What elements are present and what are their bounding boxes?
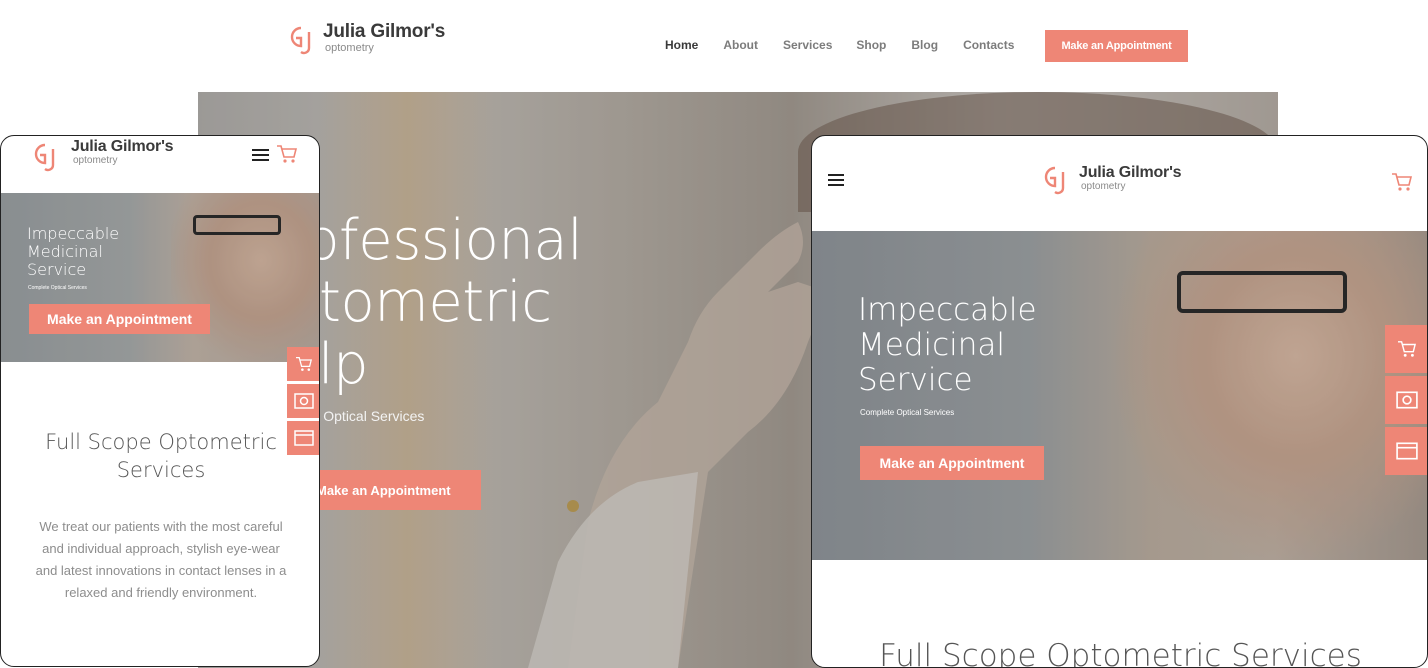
tablet-section-title: Full Scope Optometric Services (879, 638, 1362, 668)
hero-title-line-1: rofessional (284, 208, 583, 273)
gj-logo-icon (287, 22, 317, 56)
cart-icon[interactable] (276, 144, 298, 169)
tablet-appointment-button[interactable]: Make an Appointment (860, 446, 1044, 480)
brand-sub: optometry (325, 42, 374, 54)
nav-services[interactable]: Services (783, 38, 832, 52)
tablet-side-widget (1385, 325, 1427, 475)
gj-logo-icon (31, 139, 61, 173)
title-line: Impeccable (858, 292, 1037, 328)
tablet-logo[interactable]: Julia Gilmor's optometry (1041, 162, 1182, 196)
image-widget-icon[interactable] (287, 384, 319, 418)
image-widget-icon[interactable] (1385, 376, 1427, 424)
mobile-logo[interactable]: Julia Gilmor's optometry (31, 138, 174, 173)
nav-contacts[interactable]: Contacts (963, 38, 1014, 52)
section-title-line: Services (116, 458, 206, 482)
brand-sub: optometry (73, 155, 118, 166)
nav-about[interactable]: About (723, 38, 758, 52)
menu-icon[interactable] (828, 174, 844, 192)
tablet-hero-subtitle: Complete Optical Services (860, 408, 955, 417)
desktop-logo[interactable]: Julia Gilmor's optometry (287, 22, 445, 56)
mobile-appointment-button[interactable]: Make an Appointment (29, 304, 210, 334)
gj-logo-icon (1041, 162, 1071, 196)
mobile-section-title: Full Scope Optometric Services (1, 428, 319, 484)
brand-name: Julia Gilmor's (323, 21, 446, 42)
title-line: Medicinal (27, 242, 103, 261)
mobile-hero-subtitle: Complete Optical Services (28, 285, 87, 291)
brand-name: Julia Gilmor's (1079, 164, 1182, 181)
brand-name: Julia Gilmor's (71, 138, 174, 155)
header-appointment-button[interactable]: Make an Appointment (1045, 30, 1188, 62)
section-title-line: Full Scope Optometric (45, 430, 277, 454)
cart-icon[interactable] (1391, 172, 1413, 197)
window-widget-icon[interactable] (1385, 427, 1427, 475)
hero-title: rofessional ptometric elp (284, 208, 583, 397)
mobile-section-text: We treat our patients with the most care… (35, 519, 287, 600)
tablet-hero-title: Impeccable Medicinal Service (858, 293, 1037, 398)
mobile-hero: Impeccable Medicinal Service Complete Op… (1, 193, 319, 362)
nav-blog[interactable]: Blog (911, 38, 938, 52)
hero-title-line-3: elp (284, 332, 369, 397)
title-line: Service (858, 362, 973, 398)
nav-shop[interactable]: Shop (856, 38, 886, 52)
mobile-preview: Julia Gilmor's optometry Impeccable Medi… (0, 135, 320, 667)
menu-icon[interactable] (252, 148, 269, 167)
title-line: Service (27, 260, 87, 279)
desktop-nav: Home About Services Shop Blog Contacts (665, 38, 1014, 52)
cart-widget-icon[interactable] (1385, 325, 1427, 373)
mobile-hero-title: Impeccable Medicinal Service (27, 225, 119, 279)
nav-home[interactable]: Home (665, 38, 698, 52)
cart-widget-icon[interactable] (287, 347, 319, 381)
tablet-preview: Julia Gilmor's optometry Impeccable Medi… (811, 135, 1428, 668)
brand-sub: optometry (1081, 181, 1126, 192)
title-line: Impeccable (27, 224, 120, 243)
title-line: Medicinal (858, 327, 1006, 363)
tablet-hero: Impeccable Medicinal Service Complete Op… (812, 231, 1427, 560)
hero-title-line-2: ptometric (284, 270, 552, 335)
